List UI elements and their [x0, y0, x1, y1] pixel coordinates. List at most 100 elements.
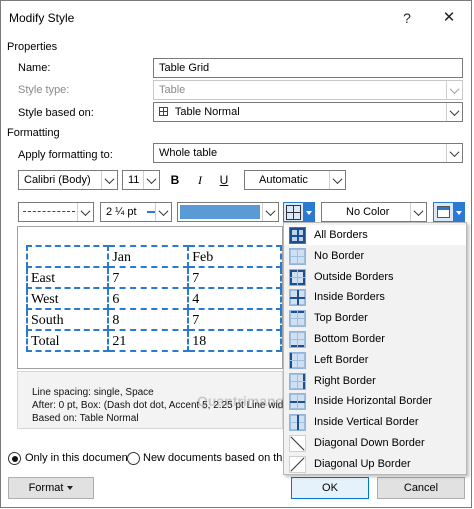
modify-style-dialog: Modify Style ? ✕ Properties Name: Table … [0, 0, 472, 508]
preview-table: Jan Feb East 7 7 West 6 4 South 8 7 Total 21 18 [25, 245, 282, 352]
icon-line [297, 228, 299, 243]
apply-formatting-select[interactable]: Whole table [153, 143, 463, 163]
borders-menu-item[interactable]: Top Border [284, 308, 466, 328]
shading-button[interactable] [433, 202, 465, 222]
icon-diagonal-line [290, 457, 305, 472]
border-color-select[interactable] [177, 202, 279, 222]
icon-line [297, 373, 298, 389]
icon-line [297, 248, 298, 264]
underline-button[interactable]: U [213, 170, 235, 190]
borders-menu-item-label: Inside Horizontal Border [314, 395, 433, 408]
description-line-3: Based on: Table Normal [32, 413, 139, 424]
borders-menu-item[interactable]: Inside Vertical Border [284, 412, 466, 432]
chevron-down-icon[interactable] [77, 203, 93, 221]
description-line-1: Line spacing: single, Space [32, 387, 154, 398]
only-this-document-radio[interactable] [8, 452, 21, 465]
formatting-section-title: Formatting [7, 127, 60, 139]
borders-menu-item[interactable]: Outside Borders [284, 267, 466, 287]
name-input[interactable]: Table Grid [153, 58, 463, 78]
preview-table-cell: 4 [187, 287, 282, 310]
diagonal-down-border-icon [289, 435, 306, 452]
preview-table-cell: Feb [187, 245, 282, 268]
all-borders-icon [289, 227, 306, 244]
bold-button[interactable]: B [164, 170, 186, 190]
italic-button[interactable]: I [189, 170, 211, 190]
borders-menu-item[interactable]: All Borders [284, 225, 466, 245]
preview-table-cell: Total [25, 329, 110, 352]
format-button[interactable]: Format [8, 477, 94, 499]
font-color-select[interactable]: Automatic [244, 170, 346, 190]
font-size-select[interactable]: 11 [122, 170, 160, 190]
shading-select[interactable]: No Color [321, 202, 427, 222]
preview-table-cell: 18 [187, 329, 282, 352]
all-borders-icon [286, 205, 301, 220]
new-documents-label[interactable]: New documents based on this template [143, 452, 283, 464]
chevron-down-icon[interactable] [446, 144, 462, 162]
icon-line [297, 352, 298, 368]
borders-menu-item[interactable]: Right Border [284, 371, 466, 391]
chevron-down-icon[interactable] [329, 171, 345, 189]
close-button[interactable]: ✕ [435, 7, 463, 29]
borders-menu-item-label: Diagonal Down Border [314, 437, 425, 449]
chevron-down-icon[interactable] [262, 203, 278, 221]
inside-horizontal-border-icon [289, 393, 306, 411]
borders-menu-item[interactable]: Inside Horizontal Border [284, 391, 466, 411]
new-documents-radio[interactable] [127, 452, 140, 465]
borders-menu-item[interactable]: Bottom Border [284, 329, 466, 349]
shading-value: No Color [346, 206, 390, 218]
table-icon [159, 107, 168, 116]
line-style-preview [23, 211, 75, 212]
font-name-select[interactable]: Calibri (Body) [18, 170, 118, 190]
borders-menu-item-label: Diagonal Up Border [314, 457, 411, 470]
name-label: Name: [18, 62, 51, 74]
chevron-down-icon[interactable] [101, 171, 117, 189]
diagonal-up-border-icon [289, 455, 306, 473]
borders-menu-item-label: Bottom Border [314, 333, 385, 345]
chevron-down-icon[interactable] [446, 103, 462, 121]
preview-table-row: West 6 4 [25, 287, 282, 310]
borders-menu-item[interactable]: Diagonal Up Border [284, 454, 466, 474]
ok-button[interactable]: OK [291, 477, 369, 499]
preview-table-cell: South [25, 308, 110, 331]
icon-line [297, 415, 299, 431]
borders-menu-item[interactable]: Inside Borders [284, 287, 466, 307]
inside-borders-icon [289, 289, 306, 307]
chevron-down-icon[interactable] [410, 203, 426, 221]
line-style-select[interactable] [18, 202, 94, 222]
title-bar: Modify Style ? ✕ [1, 1, 471, 33]
chevron-down-icon[interactable] [155, 203, 171, 221]
border-color-swatch [180, 205, 260, 219]
style-based-on-select[interactable]: Table Normal [153, 102, 463, 122]
borders-menu-item-label: Outside Borders [314, 270, 394, 283]
preview-table-cell: 7 [187, 266, 282, 289]
only-this-document-label[interactable]: Only in this document [25, 452, 131, 464]
font-name-value: Calibri (Body) [24, 174, 91, 186]
shading-dropdown-arrow[interactable] [453, 203, 464, 221]
borders-menu-item-label: Inside Borders [314, 291, 385, 304]
line-width-preview [147, 211, 155, 213]
borders-menu-item-label: All Borders [314, 229, 368, 241]
help-button[interactable]: ? [393, 7, 421, 29]
shading-icon [437, 206, 450, 218]
preview-table-cell: 21 [107, 329, 190, 352]
preview-table-cell: 7 [107, 266, 190, 289]
icon-line [297, 394, 298, 410]
borders-menu-item[interactable]: No Border [284, 246, 466, 266]
preview-table-cell: 8 [107, 308, 190, 331]
icon-line [297, 332, 298, 347]
outside-borders-icon [289, 268, 306, 286]
style-based-on-label: Style based on: [18, 107, 94, 119]
chevron-down-icon[interactable] [143, 171, 159, 189]
cancel-button[interactable]: Cancel [377, 477, 465, 499]
borders-menu-item-label: Top Border [314, 312, 368, 325]
preview-table-row: East 7 7 [25, 266, 282, 289]
borders-menu-item-label: Left Border [314, 353, 369, 366]
borders-menu-item[interactable]: Left Border [284, 350, 466, 370]
borders-button[interactable] [283, 202, 315, 222]
borders-menu-item[interactable]: Diagonal Down Border [284, 433, 466, 453]
borders-dropdown-arrow[interactable] [303, 203, 314, 221]
apply-formatting-label: Apply formatting to: [18, 149, 113, 161]
font-size-value: 11 [128, 174, 140, 186]
line-width-select[interactable]: 2 ¼ pt [100, 202, 172, 222]
font-color-value: Automatic [259, 174, 308, 186]
